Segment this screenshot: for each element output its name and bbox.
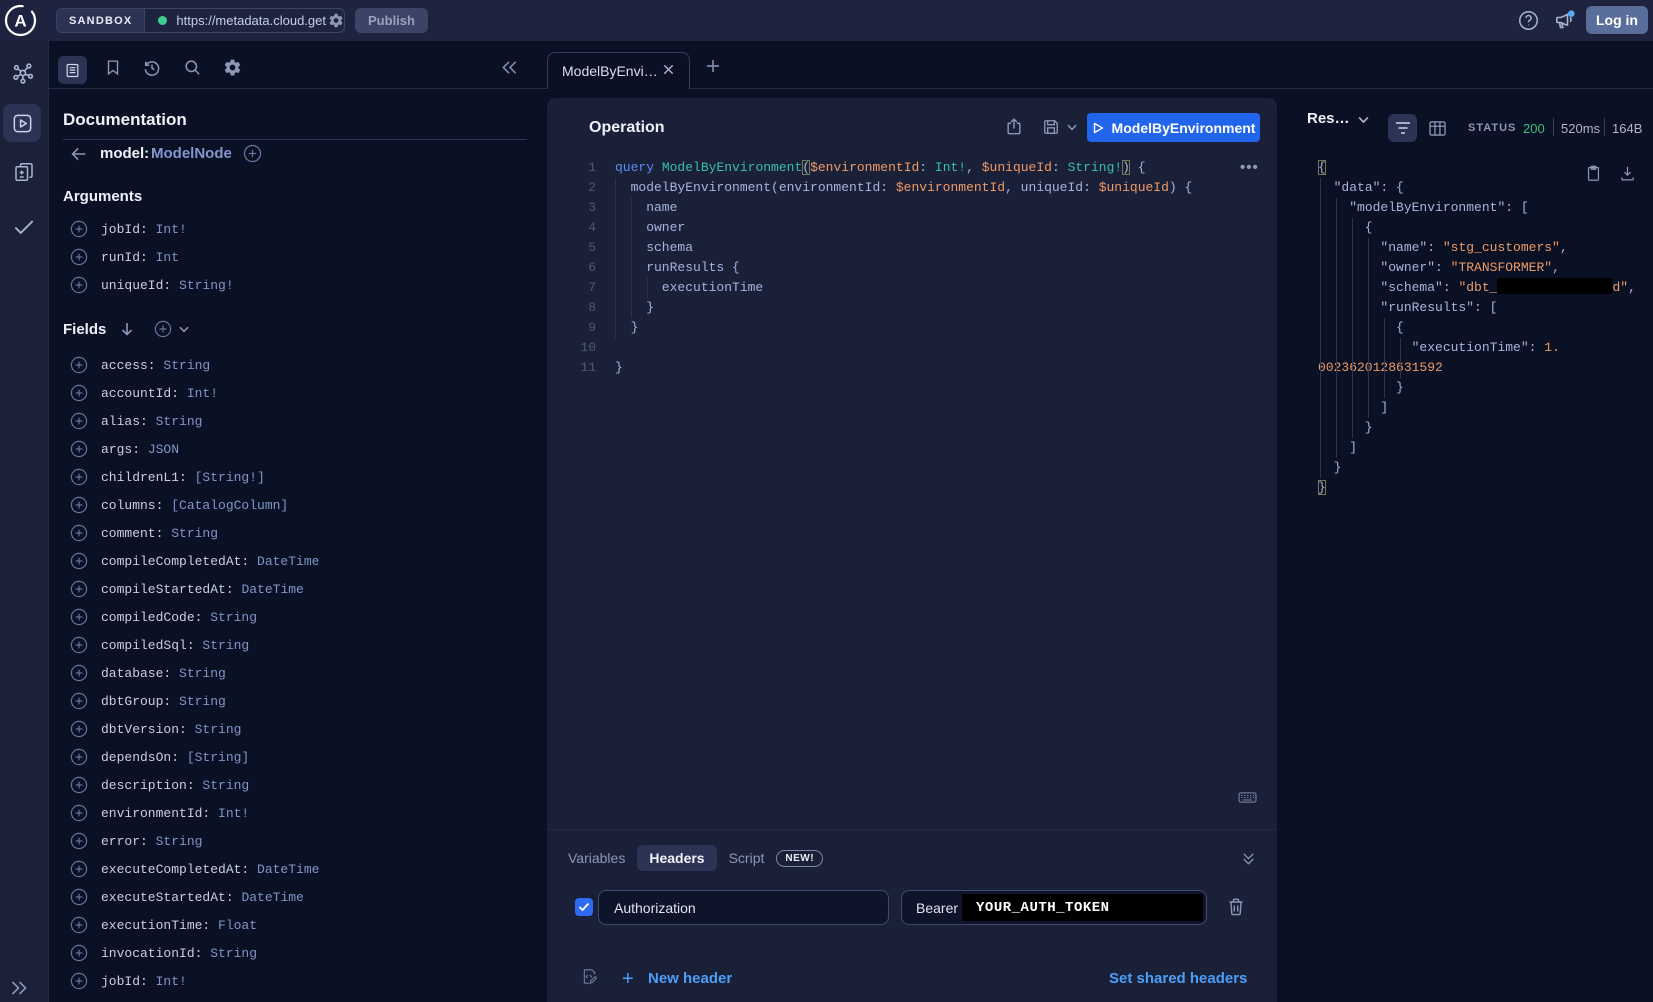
svg-text:A: A: [14, 12, 26, 31]
